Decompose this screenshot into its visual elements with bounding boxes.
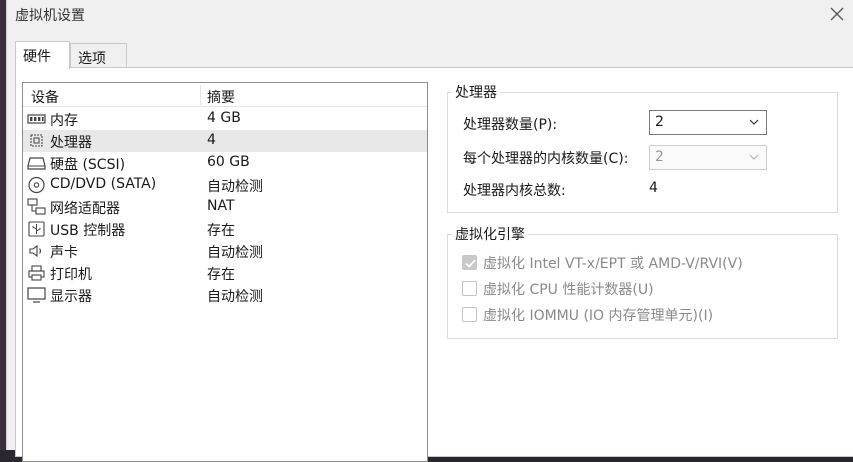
device-name: 网络适配器 [50,201,120,217]
hard-disk-icon [27,157,46,170]
chevron-down-icon [749,154,759,160]
cores-per-cpu-label: 每个处理器的内核数量(C): [463,151,629,167]
cpu-perf-counters-checkbox[interactable] [462,281,477,296]
usb-icon [28,221,45,237]
vtx-ept-label: 虚拟化 Intel VT-x/EPT 或 AMD-V/RVI(V) [483,256,743,272]
cores-per-cpu-select[interactable]: 2 [649,145,767,170]
printer-icon [28,265,45,281]
device-name: 硬盘 (SCSI) [50,157,126,173]
device-summary: 存在 [207,223,235,239]
device-row-hard-disk[interactable]: 硬盘 (SCSI) 60 GB [23,152,427,174]
device-summary: 自动检测 [207,179,263,195]
total-cores-value: 4 [649,180,658,196]
monitor-icon [27,287,46,303]
iommu-label: 虚拟化 IOMMU (IO 内存管理单元)(I) [483,308,714,324]
device-row-cd-dvd[interactable]: CD/DVD (SATA) 自动检测 [23,174,427,196]
window-title: 虚拟机设置 [15,8,85,24]
tab-hardware-label: 硬件 [23,49,51,65]
device-summary: 存在 [207,267,235,283]
close-icon [830,7,844,21]
device-list-header: 设备 摘要 [23,83,427,107]
device-name: 打印机 [50,267,92,283]
device-row-printer[interactable]: 打印机 存在 [23,262,427,284]
tab-options-label: 选项 [78,51,106,67]
device-list[interactable]: 设备 摘要 内存 4 GB 处理器 4 硬盘 (SCSI) 60 GB CD/D… [22,82,428,462]
device-name: 显示器 [50,289,92,305]
tab-hardware[interactable]: 硬件 [15,41,70,69]
network-adapter-icon [27,198,46,215]
close-button[interactable] [826,3,848,25]
device-summary: NAT [207,198,235,214]
iommu-checkbox[interactable] [462,307,477,322]
cores-per-cpu-value: 2 [655,149,664,165]
device-name: 声卡 [50,245,78,261]
device-name: 内存 [50,113,78,129]
device-name: 处理器 [50,135,92,151]
speaker-icon [29,244,42,258]
cpu-perf-counters-label: 虚拟化 CPU 性能计数器(U) [483,282,654,298]
device-row-sound-card[interactable]: 声卡 自动检测 [23,240,427,262]
processor-group-title: 处理器 [452,82,500,102]
device-summary: 60 GB [207,154,250,170]
device-row-usb-controller[interactable]: USB 控制器 存在 [23,218,427,240]
cpu-count-select[interactable]: 2 [649,110,767,135]
total-cores-label: 处理器内核总数: [463,183,566,199]
device-summary: 自动检测 [207,289,263,305]
device-summary: 自动检测 [207,245,263,261]
title-bar: 虚拟机设置 [7,0,853,30]
column-header-summary[interactable]: 摘要 [207,87,235,107]
device-row-memory[interactable]: 内存 4 GB [23,108,427,130]
device-name: CD/DVD (SATA) [50,176,157,192]
device-summary: 4 [207,132,216,148]
chevron-down-icon [749,119,759,125]
tab-options[interactable]: 选项 [70,43,127,68]
vtx-ept-checkbox[interactable] [462,255,477,270]
column-header-device[interactable]: 设备 [31,87,59,107]
cpu-count-value: 2 [655,114,664,130]
device-name: USB 控制器 [50,223,126,239]
column-separator[interactable] [200,85,201,105]
virtualization-group-title: 虚拟化引擎 [452,224,528,244]
device-summary: 4 GB [207,110,241,126]
cd-dvd-icon [28,176,45,194]
memory-icon [27,114,46,124]
cpu-count-label: 处理器数量(P): [463,117,558,133]
device-row-display[interactable]: 显示器 自动检测 [23,284,427,306]
checkmark-icon [465,259,476,268]
cpu-icon [30,134,43,147]
device-row-network-adapter[interactable]: 网络适配器 NAT [23,196,427,218]
device-row-processor[interactable]: 处理器 4 [23,130,427,152]
